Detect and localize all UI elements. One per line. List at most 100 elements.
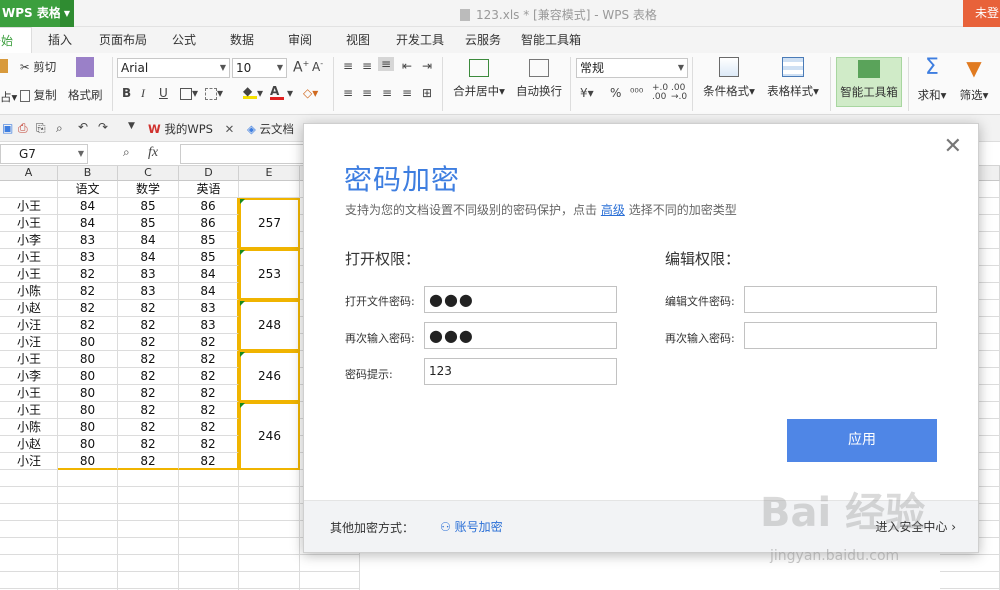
justify-button[interactable]: ≡ [402,86,412,100]
function-button[interactable]: fx [148,145,158,161]
align-center-button[interactable]: ≡ [362,86,372,100]
table-cell[interactable]: 82 [118,317,179,334]
save-icon[interactable]: ▣ [2,121,13,135]
password-hint-input[interactable]: 123 [424,358,617,385]
table-cell[interactable]: 80 [58,436,118,453]
table-cell[interactable]: 82 [118,436,179,453]
currency-button[interactable]: ¥▾ [580,86,594,100]
close-icon[interactable]: ✕ [944,136,962,158]
table-cell[interactable]: 85 [179,249,239,266]
table-cell[interactable]: 82 [179,351,239,368]
font-name-select[interactable]: Arial ▼ [117,58,230,78]
close-icon[interactable]: ✕ [225,122,235,136]
table-cell[interactable]: 82 [118,385,179,402]
table-cell[interactable]: 82 [118,334,179,351]
table-cell[interactable]: 84 [118,249,179,266]
empty-cell[interactable] [179,572,239,589]
empty-cell[interactable] [0,538,58,555]
cut-button[interactable]: ✂ 剪切 [20,59,56,75]
table-cell[interactable]: 小王 [0,198,58,215]
decrease-font-button[interactable]: A- [312,59,323,74]
table-cell[interactable]: 80 [58,419,118,436]
table-cell[interactable]: 82 [58,266,118,283]
column-header-c[interactable]: C [118,166,179,181]
empty-cell[interactable] [300,555,360,572]
copy-button[interactable]: 复制 [20,87,57,103]
paste-icon[interactable] [0,59,8,73]
table-cell[interactable]: 83 [118,283,179,300]
empty-cell[interactable] [0,504,58,521]
tab-smart-toolbox[interactable]: 智能工具箱 [521,27,581,53]
table-cell[interactable]: 小汪 [0,334,58,351]
empty-cell[interactable] [179,555,239,572]
column-header-a[interactable]: A [0,166,58,181]
advanced-link[interactable]: 高级 [601,203,625,217]
zoom-icon[interactable]: ⌕ [123,145,130,160]
align-bottom-button[interactable]: ≡ [378,57,395,71]
table-cell[interactable]: 80 [58,334,118,351]
table-cell[interactable]: 小赵 [0,436,58,453]
table-cell[interactable]: 82 [118,368,179,385]
table-cell[interactable]: 84 [179,266,239,283]
table-cell[interactable]: 小汪 [0,453,58,470]
edit-password-confirm-input[interactable] [744,322,937,349]
table-cell[interactable]: 84 [58,198,118,215]
table-cell[interactable]: 86 [179,215,239,232]
table-cell[interactable]: 85 [179,232,239,249]
empty-cell[interactable] [0,572,58,589]
table-cell[interactable]: 82 [179,419,239,436]
format-painter-icon[interactable] [70,57,94,77]
table-cell[interactable]: 82 [118,453,179,470]
table-cell[interactable]: 82 [58,317,118,334]
tab-data[interactable]: 数据 [230,27,254,53]
table-cell[interactable]: 84 [58,215,118,232]
empty-cell[interactable] [239,572,300,589]
table-cell[interactable]: 小王 [0,402,58,419]
increase-font-button[interactable]: A+ [293,59,309,76]
tab-page-layout[interactable]: 页面布局 [99,27,147,53]
table-cell[interactable]: 82 [118,351,179,368]
format-painter-button[interactable]: 格式刷 [68,87,103,103]
empty-cell[interactable] [239,504,300,521]
indent-increase-button[interactable]: ⇥ [422,59,432,73]
table-cell[interactable]: 82 [179,453,239,470]
cell-style-button[interactable]: ▾ [205,86,223,100]
thousands-button[interactable]: ⁰⁰⁰ [630,86,643,99]
empty-cell[interactable] [118,470,179,487]
table-cell[interactable]: 小赵 [0,300,58,317]
table-cell[interactable]: 82 [118,402,179,419]
empty-cell[interactable] [58,572,118,589]
table-cell[interactable]: 80 [58,453,118,470]
number-format-select[interactable]: 常规 ▼ [576,58,688,78]
paste-dropdown[interactable]: 占▾ [0,89,17,105]
borders-button[interactable]: ▾ [180,86,198,100]
empty-cell[interactable] [179,521,239,538]
filter-button[interactable]: ▼ 筛选▾ [956,57,992,103]
italic-button[interactable]: I [141,86,145,101]
app-menu-button[interactable]: WPS 表格 ▼ [0,0,74,27]
export-pdf-icon[interactable]: ⎙ [18,121,28,136]
table-cell[interactable]: 83 [118,266,179,283]
empty-cell[interactable] [118,572,179,589]
empty-cell[interactable] [58,470,118,487]
edit-password-input[interactable] [744,286,937,313]
table-cell[interactable]: 小陈 [0,419,58,436]
font-color-button[interactable]: A [270,84,284,100]
empty-cell[interactable] [118,487,179,504]
empty-cell[interactable] [179,470,239,487]
table-cell[interactable]: 84 [118,232,179,249]
header-cell[interactable]: 英语 [179,181,239,198]
table-cell[interactable]: 小王 [0,351,58,368]
bold-button[interactable]: B [122,86,131,100]
merged-total-cell[interactable]: 257 [239,198,300,249]
empty-cell[interactable] [58,521,118,538]
table-cell[interactable]: 83 [179,317,239,334]
table-cell[interactable]: 小李 [0,232,58,249]
table-cell[interactable]: 82 [118,300,179,317]
empty-cell[interactable] [239,538,300,555]
name-box[interactable]: G7 ▼ [0,144,88,164]
font-size-select[interactable]: 10 ▼ [232,58,287,78]
column-header-d[interactable]: D [179,166,239,181]
column-header-e[interactable]: E [239,166,300,181]
clear-format-button[interactable]: ◇▾ [303,86,318,100]
